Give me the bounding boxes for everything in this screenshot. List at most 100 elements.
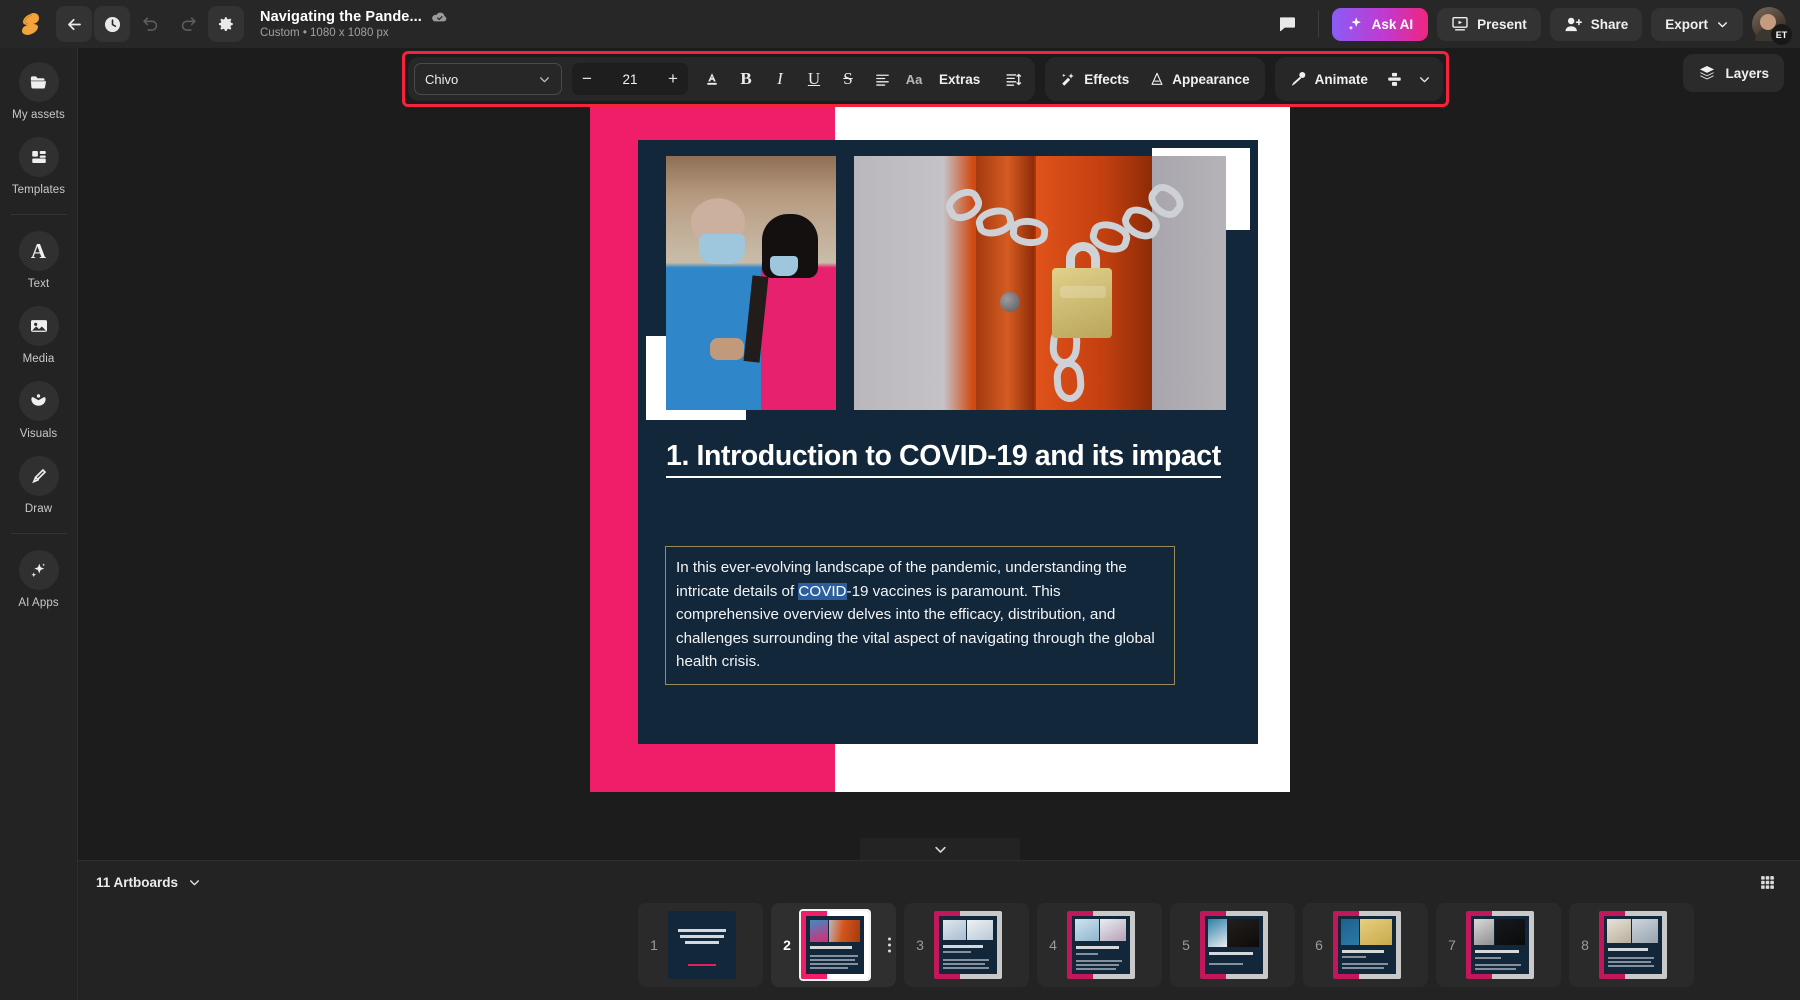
sidebar-item-templates[interactable]: Templates bbox=[0, 137, 78, 196]
thumb-title-line bbox=[678, 929, 726, 932]
animate-chevron-down-icon[interactable] bbox=[1413, 63, 1437, 95]
font-family-select[interactable]: Chivo bbox=[414, 63, 562, 95]
ask-ai-button[interactable]: Ask AI bbox=[1332, 8, 1429, 41]
effects-button[interactable]: Effects bbox=[1051, 63, 1138, 95]
version-history-button[interactable] bbox=[94, 6, 130, 42]
underline-button[interactable]: U bbox=[798, 63, 830, 95]
artboards-count-dropdown[interactable]: 11 Artboards bbox=[96, 875, 201, 890]
sidebar-item-label: Templates bbox=[12, 184, 65, 196]
canvas-area[interactable]: 1. Introduction to COVID-19 and its impa… bbox=[78, 48, 1800, 838]
artboard-thumb-1[interactable]: 1 bbox=[638, 903, 763, 987]
undo-button[interactable] bbox=[132, 6, 168, 42]
strikethrough-button[interactable]: S bbox=[832, 63, 864, 95]
comments-button[interactable] bbox=[1269, 6, 1305, 42]
text-color-icon[interactable] bbox=[696, 63, 728, 95]
letter-case-icon[interactable]: Aa bbox=[900, 63, 928, 95]
photo-masked-people[interactable] bbox=[666, 156, 836, 410]
layers-button[interactable]: Layers bbox=[1683, 54, 1784, 92]
font-size-decrease-button[interactable]: − bbox=[572, 63, 602, 95]
artboard-preview[interactable] bbox=[1067, 911, 1135, 979]
artboard-preview[interactable] bbox=[1333, 911, 1401, 979]
animate-button[interactable]: Animate bbox=[1281, 63, 1377, 95]
visuals-icon bbox=[19, 381, 59, 421]
extras-button[interactable]: Extras bbox=[930, 63, 989, 95]
share-button[interactable]: Share bbox=[1550, 8, 1643, 41]
ask-ai-label: Ask AI bbox=[1372, 17, 1414, 32]
export-button[interactable]: Export bbox=[1651, 8, 1743, 41]
bold-button[interactable]: B bbox=[730, 63, 762, 95]
artboard-thumb-8[interactable]: 8 bbox=[1569, 903, 1694, 987]
thumb-body-line bbox=[1342, 956, 1366, 958]
sidebar-divider bbox=[11, 214, 67, 215]
line-spacing-icon[interactable] bbox=[997, 63, 1029, 95]
artboard-preview[interactable] bbox=[668, 911, 736, 979]
sidebar-item-draw[interactable]: Draw bbox=[0, 456, 78, 515]
artboard-more-options-button[interactable] bbox=[888, 938, 891, 953]
sidebar-item-visuals[interactable]: Visuals bbox=[0, 381, 78, 440]
thumb-body-line bbox=[1608, 957, 1654, 959]
italic-button[interactable]: I bbox=[764, 63, 796, 95]
thumb-photo bbox=[967, 920, 993, 940]
sidebar-item-label: Visuals bbox=[20, 428, 58, 440]
chevron-down-icon bbox=[538, 73, 551, 86]
slide-card[interactable]: 1. Introduction to COVID-19 and its impa… bbox=[638, 140, 1258, 744]
thumb-title-line bbox=[685, 941, 719, 944]
artboard-thumb-3[interactable]: 3 bbox=[904, 903, 1029, 987]
app-logo-icon[interactable] bbox=[10, 6, 50, 42]
thumb-title-line bbox=[680, 935, 724, 938]
artboard-number: 1 bbox=[646, 937, 662, 953]
document-title[interactable]: Navigating the Pande... bbox=[260, 9, 422, 25]
present-button[interactable]: Present bbox=[1437, 8, 1541, 41]
artboard-preview[interactable] bbox=[1599, 911, 1667, 979]
font-size-stepper[interactable]: − 21 + bbox=[572, 63, 688, 95]
artboards-strip[interactable]: 1 2 bbox=[78, 903, 1800, 999]
sidebar-item-label: Media bbox=[23, 353, 55, 365]
thumb-body-line bbox=[1475, 957, 1501, 959]
artboard-thumb-2[interactable]: 2 bbox=[771, 903, 896, 987]
font-size-increase-button[interactable]: + bbox=[658, 63, 688, 95]
thumb-body-line bbox=[1076, 968, 1116, 970]
sidebar-item-media[interactable]: Media bbox=[0, 306, 78, 365]
slide-title[interactable]: 1. Introduction to COVID-19 and its impa… bbox=[666, 440, 1226, 473]
photo2-post-back bbox=[976, 156, 1034, 410]
artboards-count-label: 11 Artboards bbox=[96, 875, 178, 890]
artboard[interactable]: 1. Introduction to COVID-19 and its impa… bbox=[590, 92, 1290, 792]
appearance-button[interactable]: Appearance bbox=[1140, 63, 1258, 95]
artboard-thumb-6[interactable]: 6 bbox=[1303, 903, 1428, 987]
photo1-face-mask bbox=[699, 234, 745, 264]
sidebar-item-ai-apps[interactable]: AI Apps bbox=[0, 550, 78, 609]
artboard-number: 6 bbox=[1311, 937, 1327, 953]
grid-view-button[interactable] bbox=[1752, 867, 1782, 897]
thumb-photo bbox=[1075, 919, 1099, 941]
layers-label: Layers bbox=[1725, 66, 1769, 81]
present-label: Present bbox=[1477, 17, 1527, 32]
animate-preset-icon[interactable] bbox=[1379, 63, 1411, 95]
text-toolbar-format-group: Chivo − 21 + B I U S bbox=[408, 57, 1035, 101]
artboard-thumb-4[interactable]: 4 bbox=[1037, 903, 1162, 987]
artboard-preview[interactable] bbox=[1200, 911, 1268, 979]
font-size-input[interactable]: 21 bbox=[602, 72, 658, 87]
font-family-value: Chivo bbox=[425, 72, 458, 87]
thumb-title-line bbox=[1608, 948, 1648, 951]
artboard-thumb-7[interactable]: 7 bbox=[1436, 903, 1561, 987]
back-button[interactable] bbox=[56, 6, 92, 42]
folder-icon bbox=[19, 62, 59, 102]
artboard-preview-selected[interactable] bbox=[801, 911, 869, 979]
text-align-button[interactable] bbox=[866, 63, 898, 95]
sidebar-item-my-assets[interactable]: My assets bbox=[0, 62, 78, 121]
sidebar-item-text[interactable]: A Text bbox=[0, 231, 78, 290]
redo-button[interactable] bbox=[170, 6, 206, 42]
avatar[interactable]: ET bbox=[1752, 7, 1786, 41]
artboard-thumb-5[interactable]: 5 bbox=[1170, 903, 1295, 987]
collapse-panel-button[interactable] bbox=[901, 838, 979, 860]
artboard-number: 8 bbox=[1577, 937, 1593, 953]
settings-button[interactable] bbox=[208, 6, 244, 42]
templates-icon bbox=[19, 137, 59, 177]
slide-body-textbox[interactable]: In this ever-evolving landscape of the p… bbox=[665, 546, 1175, 685]
thumb-photo bbox=[1474, 919, 1494, 945]
thumb-body-line bbox=[810, 959, 855, 961]
photo-padlock-chain[interactable] bbox=[854, 156, 1226, 410]
thumb-photo bbox=[1632, 919, 1658, 943]
artboard-preview[interactable] bbox=[934, 911, 1002, 979]
artboard-preview[interactable] bbox=[1466, 911, 1534, 979]
